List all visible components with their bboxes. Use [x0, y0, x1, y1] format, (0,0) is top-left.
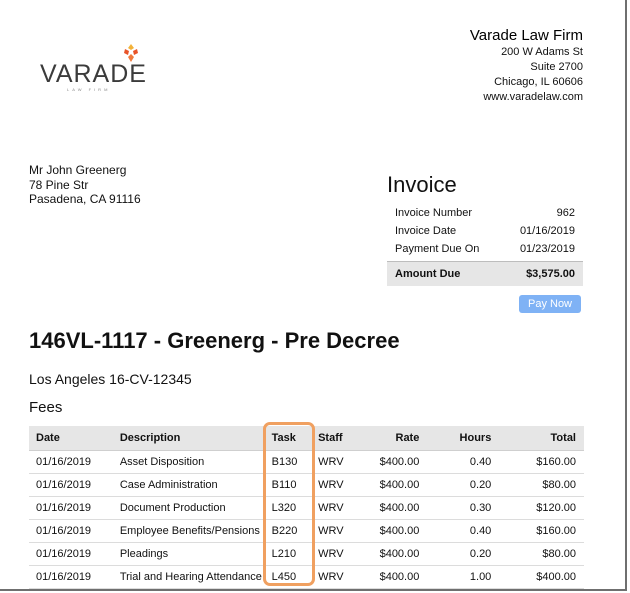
cell-rate: $400.00 [355, 450, 420, 474]
cell-description: Trial and Hearing Attendance [119, 565, 264, 589]
header-rate: Rate [355, 426, 420, 451]
client-street: 78 Pine Str [29, 177, 89, 192]
cell-task: B110 [263, 473, 319, 497]
cell-description: Document Production [119, 496, 264, 520]
header-task: Task [263, 426, 319, 451]
cell-task: B130 [263, 450, 319, 474]
payment-due-value: 01/23/2019 [519, 243, 575, 255]
cell-date: 01/16/2019 [29, 519, 120, 543]
cell-total: $400.00 [491, 565, 584, 589]
invoice-number-label: Invoice Number [395, 207, 473, 219]
cell-rate: $400.00 [355, 542, 420, 566]
cell-rate: $400.00 [355, 496, 420, 520]
invoice-number-row: Invoice Number 962 [387, 204, 583, 222]
cell-rate: $400.00 [355, 519, 420, 543]
header-staff: Staff [318, 426, 356, 451]
cell-rate: $400.00 [355, 565, 420, 589]
cell-staff: WRV [318, 450, 356, 474]
cell-total: $80.00 [491, 473, 584, 497]
table-row: 01/16/2019 Trial and Hearing Attendance … [29, 565, 584, 589]
fees-header-row: Date Description Task Staff Rate Hours T… [29, 426, 584, 451]
invoice-date-label: Invoice Date [395, 225, 457, 237]
cell-hours: 0.40 [419, 450, 492, 474]
invoice-number-value: 962 [556, 207, 575, 219]
cell-description: Case Administration [119, 473, 264, 497]
header-description: Description [119, 426, 264, 451]
cell-staff: WRV [318, 565, 356, 589]
cell-hours: 0.30 [419, 496, 492, 520]
cell-task: L320 [263, 496, 319, 520]
cell-staff: WRV [318, 542, 356, 566]
header-total: Total [491, 426, 584, 451]
table-row: 01/16/2019 Document Production L320 WRV … [29, 496, 584, 520]
cell-hours: 0.40 [419, 519, 492, 543]
firm-street: 200 W Adams St [501, 46, 583, 58]
cell-description: Asset Disposition [119, 450, 264, 474]
invoice-summary: Invoice Number 962 Invoice Date 01/16/20… [387, 204, 583, 286]
amount-due-value: $3,575.00 [526, 268, 575, 280]
cell-task: L450 [263, 565, 319, 589]
payment-due-row: Payment Due On 01/23/2019 [387, 240, 583, 258]
firm-suite: Suite 2700 [530, 61, 583, 73]
cell-total: $160.00 [491, 450, 584, 474]
firm-city: Chicago, IL 60606 [494, 76, 583, 88]
cell-total: $120.00 [491, 496, 584, 520]
firm-website: www.varadelaw.com [483, 91, 583, 103]
cell-date: 01/16/2019 [29, 542, 120, 566]
cell-date: 01/16/2019 [29, 473, 120, 497]
cell-task: B220 [263, 519, 319, 543]
cell-description: Pleadings [119, 542, 264, 566]
firm-name: Varade Law Firm [469, 27, 583, 44]
logo-text: VARADE [40, 60, 147, 88]
logo-subtext: LAW FIRM [67, 87, 111, 92]
matter-title: 146VL-1117 - Greenerg - Pre Decree [29, 328, 400, 353]
cell-task: L210 [263, 542, 319, 566]
cell-total: $80.00 [491, 542, 584, 566]
cell-total: $160.00 [491, 519, 584, 543]
fees-table: Date Description Task Staff Rate Hours T… [29, 426, 584, 589]
client-address: Mr John Greenerg 78 Pine Str Pasadena, C… [29, 163, 141, 207]
invoice-title: Invoice [387, 172, 457, 197]
header-hours: Hours [419, 426, 492, 451]
header-date: Date [29, 426, 120, 451]
table-row: 01/16/2019 Employee Benefits/Pensions B2… [29, 519, 584, 543]
cell-staff: WRV [318, 519, 356, 543]
case-number: Los Angeles 16-CV-12345 [29, 371, 192, 387]
cell-date: 01/16/2019 [29, 450, 120, 474]
cell-description: Employee Benefits/Pensions [119, 519, 264, 543]
amount-due-label: Amount Due [395, 268, 461, 280]
payment-due-label: Payment Due On [395, 243, 480, 255]
cell-rate: $400.00 [355, 473, 420, 497]
cell-hours: 0.20 [419, 542, 492, 566]
cell-date: 01/16/2019 [29, 496, 120, 520]
client-name: Mr John Greenerg [29, 163, 127, 177]
table-row: 01/16/2019 Case Administration B110 WRV … [29, 473, 584, 497]
fees-section-title: Fees [29, 399, 63, 416]
table-row: 01/16/2019 Asset Disposition B130 WRV $4… [29, 450, 584, 474]
invoice-date-row: Invoice Date 01/16/2019 [387, 222, 583, 240]
firm-info: Varade Law Firm 200 W Adams St Suite 270… [470, 26, 583, 105]
invoice-date-value: 01/16/2019 [519, 225, 575, 237]
table-row: 01/16/2019 Pleadings L210 WRV $400.00 0.… [29, 542, 584, 566]
cell-staff: WRV [318, 473, 356, 497]
pay-now-button[interactable]: Pay Now [519, 295, 581, 313]
firm-logo: VARADE LAW FIRM [40, 44, 150, 94]
amount-due-row: Amount Due $3,575.00 [387, 261, 583, 286]
client-city: Pasadena, CA 91116 [29, 192, 141, 206]
cell-hours: 0.20 [419, 473, 492, 497]
cell-staff: WRV [318, 496, 356, 520]
cell-date: 01/16/2019 [29, 565, 120, 589]
cell-hours: 1.00 [419, 565, 492, 589]
